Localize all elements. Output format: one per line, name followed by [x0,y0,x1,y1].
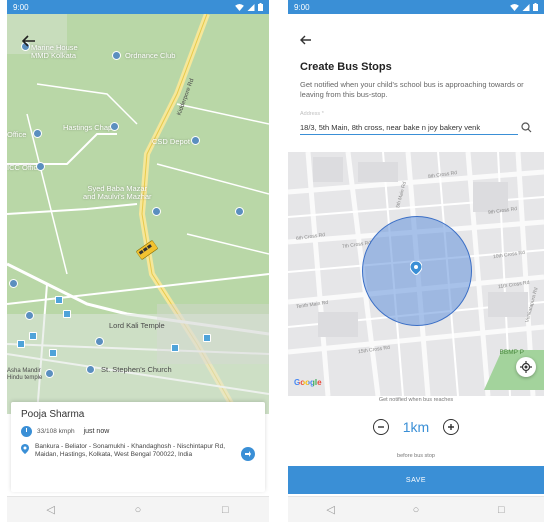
bus-stop-icon [17,340,25,348]
status-time: 9:00 [294,2,310,12]
create-bus-stop-screen: 9:00 Create Bus Stops Get notified when … [288,0,544,522]
map-pin-icon [9,279,18,288]
system-nav-bar: ◁ ○ □ [288,496,544,522]
plus-icon [448,424,455,430]
distance-value: 1km [402,419,430,435]
decrease-distance-button[interactable] [372,419,389,435]
system-nav-bar: ◁ ○ □ [7,496,269,522]
status-icons [510,3,538,11]
gps-icon [520,361,532,373]
increase-distance-button[interactable] [443,419,460,435]
bus-stop-map[interactable]: 8th Cross Rd 9th Cross Rd 6th Cross Rd 7… [288,152,544,396]
wifi-icon [510,3,519,11]
minus-icon [377,426,384,428]
back-arrow-icon [21,35,35,47]
bus-info-card: Pooja Sharma 33/108 kmph just now Bankur… [11,402,265,492]
notify-label: Get notified when bus reaches [378,397,454,403]
directions-button[interactable] [241,447,255,461]
map-pin-icon [45,369,54,378]
status-icons [235,3,263,11]
bus-stop-icon [171,344,179,352]
map-pin-icon [110,122,119,131]
signal-icon [522,3,530,11]
search-icon[interactable] [521,122,532,133]
address-input[interactable] [300,121,518,135]
signal-icon [247,3,255,11]
map-label-marine-house: Marine House MMD Kolkata [31,43,78,61]
map-label-csd-depot: CSD Depot [152,137,190,146]
map-pin-icon [235,207,244,216]
map-label-kali-temple: Lord Kali Temple [109,321,165,330]
back-arrow-icon [300,35,311,45]
wifi-icon [235,3,244,11]
back-button[interactable] [300,32,312,48]
nav-home-icon[interactable]: ○ [118,504,158,516]
map-label-ordnance-club: Ordnance Club [125,51,176,60]
map-pin-icon [33,129,42,138]
map-label-office: Office [7,130,27,139]
distance-stepper: 1km [288,419,544,435]
map-pin-icon [25,311,34,320]
bus-stop-icon [49,349,57,357]
map-label-bbmp: BBMP P [499,349,524,356]
back-button[interactable] [21,34,36,52]
nav-recents-icon[interactable]: □ [205,504,245,516]
my-location-button[interactable] [516,357,536,377]
bus-address: Bankura - Beliator - Sonamukhi - Khandag… [35,443,226,459]
nav-home-icon[interactable]: ○ [396,504,436,516]
nav-recents-icon[interactable]: □ [481,504,521,516]
status-time: 9:00 [13,2,29,12]
nav-back-icon[interactable]: ◁ [31,503,71,516]
speed-value: 33/108 kmph [37,428,75,435]
last-updated: just now [83,428,110,435]
map-pin-icon [191,136,200,145]
battery-icon [258,3,263,11]
map-pin-icon [86,365,95,374]
map-label-st-stephens: St. Stephen's Church [101,365,172,374]
bus-stop-pin-icon[interactable] [410,261,422,275]
bus-stop-icon [55,296,63,304]
status-bar: 9:00 [288,0,544,14]
map-label-syed-baba: Syed Baba Mazar and Maulvi's Mazhar [83,184,152,202]
page-title: Create Bus Stops [300,61,392,73]
tracking-screen: 9:00 Marine House MMD Kolkata Ordnance C… [7,0,269,522]
status-bar: 9:00 [7,0,269,14]
speed-icon [21,426,32,437]
address-field: Address * [300,111,532,145]
bus-stop-icon [203,334,211,342]
map-pin-icon [152,207,161,216]
bus-stop-icon [63,310,71,318]
address-row: Bankura - Beliator - Sonamukhi - Khandag… [21,443,255,461]
save-button[interactable]: SAVE [288,466,544,494]
before-label: before bus stop [397,453,435,459]
battery-icon [533,3,538,11]
directions-icon [245,451,251,457]
map-pin-icon [95,337,104,346]
bus-stop-icon [29,332,37,340]
location-pin-icon [21,444,29,454]
google-logo: Google [294,378,322,387]
address-label: Address * [300,111,324,117]
map-pin-icon [36,162,45,171]
nav-back-icon[interactable]: ◁ [311,503,351,516]
speed-row: 33/108 kmph just now [21,426,255,437]
page-description: Get notified when your child's school bu… [300,80,524,99]
map-label-asha-mandir: Asha Mandir Hindu temple [7,368,43,381]
map-pin-icon [112,51,121,60]
map-roads [7,14,269,414]
live-bus-map[interactable]: Marine House MMD Kolkata Ordnance Club H… [7,14,269,414]
driver-name: Pooja Sharma [21,409,85,420]
